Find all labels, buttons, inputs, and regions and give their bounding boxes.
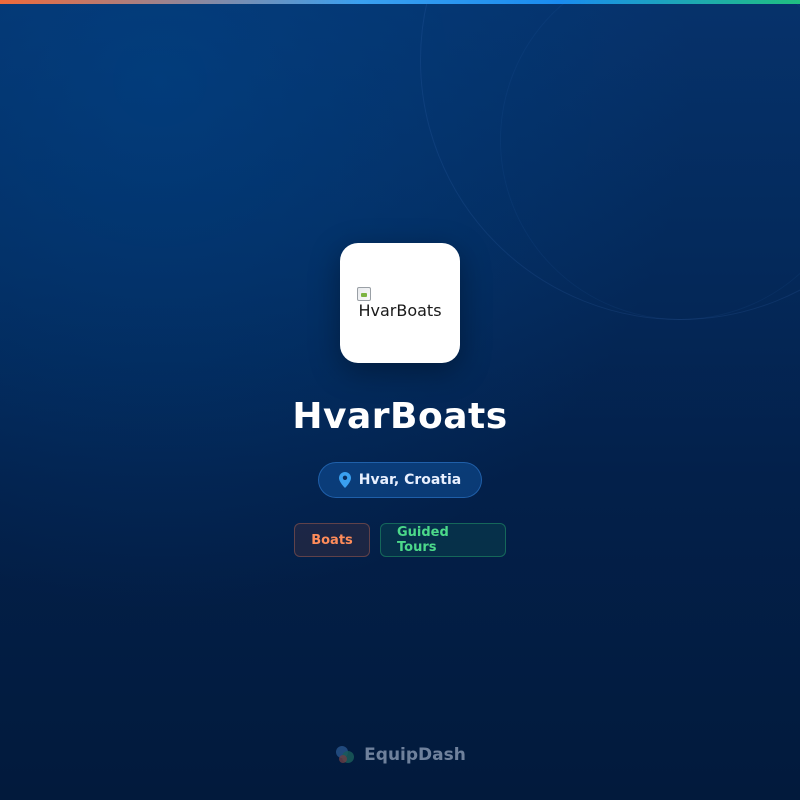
location-text: Hvar, Croatia (358, 472, 462, 488)
business-logo-image: HvarBoats (355, 286, 445, 320)
equipdash-logo-icon (336, 746, 355, 763)
category-tags: Boats Guided Tours (0, 523, 800, 557)
brand-name: EquipDash (364, 745, 466, 765)
logo-alt-text: HvarBoats (358, 300, 442, 320)
footer-brand: EquipDash (0, 744, 800, 766)
location-badge: Hvar, Croatia (318, 462, 482, 498)
background: HvarBoats HvarBoats Hvar, Croatia Boats … (0, 0, 800, 800)
tag-guided-tours: Guided Tours (380, 523, 506, 557)
broken-image-icon (357, 286, 371, 301)
tag-boats: Boats (294, 523, 370, 557)
business-logo-card: HvarBoats (340, 243, 460, 363)
business-title: HvarBoats (292, 396, 508, 437)
map-pin-icon (338, 472, 351, 488)
